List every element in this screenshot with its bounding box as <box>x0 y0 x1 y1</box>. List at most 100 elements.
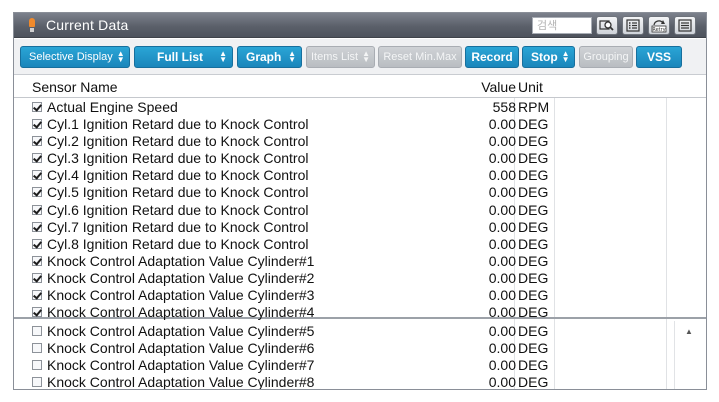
row-checkbox[interactable] <box>32 360 42 371</box>
sensor-name: Actual Engine Speed <box>47 99 178 115</box>
items-list-dropdown[interactable]: Items List ▲ ▼ <box>306 46 375 68</box>
sensor-unit: DEG <box>518 374 549 390</box>
table-row[interactable]: Cyl.3 Ignition Retard due to Knock Contr… <box>14 150 706 167</box>
sensor-value: 0.00 <box>488 218 516 235</box>
table-row[interactable]: Knock Control Adaptation Value Cylinder#… <box>14 287 706 304</box>
bulb-icon <box>28 18 36 33</box>
table-row[interactable]: Knock Control Adaptation Value Cylinder#… <box>14 323 706 340</box>
current-data-window: Current Data 검색 Retry Selective Display … <box>13 12 707 390</box>
updown-arrow-icon: ▲ ▼ <box>116 49 125 64</box>
sensor-value: 0.00 <box>488 252 516 269</box>
sensor-unit: DEG <box>518 269 549 286</box>
graph-dropdown[interactable]: Graph ▲ ▼ <box>237 46 302 68</box>
table-row[interactable]: Knock Control Adaptation Value Cylinder#… <box>14 340 706 357</box>
sensor-value: 0.00 <box>488 323 516 339</box>
sensor-value: 0.00 <box>488 304 516 321</box>
sensor-name: Cyl.2 Ignition Retard due to Knock Contr… <box>47 133 309 150</box>
row-checkbox[interactable] <box>32 136 42 147</box>
sensor-name: Knock Control Adaptation Value Cylinder#… <box>47 374 315 390</box>
sensor-unit: DEG <box>518 150 549 167</box>
row-checkbox[interactable] <box>32 170 42 181</box>
updown-arrow-icon: ▲ ▼ <box>561 49 570 64</box>
table-row[interactable]: Knock Control Adaptation Value Cylinder#… <box>14 304 706 321</box>
reset-min-max-button[interactable]: Reset Min.Max <box>378 46 462 68</box>
row-checkbox[interactable] <box>32 307 42 318</box>
table-row[interactable]: Cyl.4 Ignition Retard due to Knock Contr… <box>14 167 706 184</box>
row-checkbox[interactable] <box>32 204 42 215</box>
selective-display-dropdown[interactable]: Selective Display ▲ ▼ <box>20 46 130 68</box>
row-checkbox[interactable] <box>32 153 42 164</box>
row-checkbox[interactable] <box>32 238 42 249</box>
sensor-unit: DEG <box>518 116 549 133</box>
selected-rows-list: Actual Engine Speed 558 RPM Cyl.1 Ignition… <box>14 99 706 321</box>
row-checkbox[interactable] <box>32 221 42 232</box>
row-checkbox[interactable] <box>32 343 42 354</box>
updown-arrow-icon: ▲ ▼ <box>288 49 296 64</box>
table-row[interactable]: Cyl.7 Ignition Retard due to Knock Contr… <box>14 219 706 236</box>
sensor-value: 0.00 <box>488 340 516 357</box>
sensor-name: Knock Control Adaptation Value Cylinder#… <box>47 304 315 321</box>
row-checkbox[interactable] <box>32 187 42 198</box>
retry-icon[interactable]: Retry <box>648 16 670 35</box>
sensor-name: Cyl.5 Ignition Retard due to Knock Contr… <box>47 184 309 201</box>
stop-dropdown[interactable]: Stop ▲ ▼ <box>522 46 575 68</box>
sensor-unit: DEG <box>518 201 549 218</box>
sensor-unit: DEG <box>518 184 549 201</box>
table-row[interactable]: Cyl.5 Ignition Retard due to Knock Contr… <box>14 184 706 201</box>
search-zoom-icon[interactable] <box>596 16 618 35</box>
menu-icon[interactable] <box>674 16 696 35</box>
table-row[interactable]: Cyl.1 Ignition Retard due to Knock Contr… <box>14 116 706 133</box>
vertical-scrollbar[interactable]: ▲ <box>674 321 704 389</box>
table-row[interactable]: Actual Engine Speed 558 RPM <box>14 99 706 116</box>
sensor-unit: DEG <box>518 252 549 269</box>
table-row[interactable]: Cyl.2 Ignition Retard due to Knock Contr… <box>14 133 706 150</box>
header-sensor-name[interactable]: Sensor Name <box>32 79 118 95</box>
header-unit[interactable]: Unit <box>518 79 543 95</box>
row-checkbox[interactable] <box>32 326 42 336</box>
record-button[interactable]: Record <box>465 46 519 68</box>
sensor-name: Cyl.8 Ignition Retard due to Knock Contr… <box>47 235 309 252</box>
row-checkbox[interactable] <box>32 102 42 112</box>
row-checkbox[interactable] <box>32 272 42 283</box>
full-list-label: Full List <box>157 50 203 64</box>
scroll-up-icon[interactable]: ▲ <box>685 327 693 336</box>
sensor-value: 0.00 <box>488 116 516 133</box>
sensor-unit: RPM <box>518 99 550 115</box>
sensor-value: 0.00 <box>488 357 516 374</box>
sensor-name: Cyl.4 Ignition Retard due to Knock Contr… <box>47 167 309 184</box>
list-icon[interactable] <box>622 16 644 35</box>
sensor-value: 558 <box>492 99 516 115</box>
header-value[interactable]: Value <box>476 79 516 95</box>
sensor-name: Knock Control Adaptation Value Cylinder#… <box>47 269 315 286</box>
selective-display-label: Selective Display <box>29 51 113 63</box>
sensor-unit: DEG <box>518 323 549 339</box>
sensor-name: Cyl.7 Ignition Retard due to Knock Contr… <box>47 218 309 235</box>
retry-label: Retry <box>652 27 665 33</box>
table-row[interactable]: Knock Control Adaptation Value Cylinder#… <box>14 253 706 270</box>
title-bar: Current Data 검색 Retry <box>14 13 706 38</box>
grouping-button[interactable]: Grouping <box>579 46 633 68</box>
sensor-unit: DEG <box>518 357 549 374</box>
row-checkbox[interactable] <box>32 377 42 388</box>
items-list-label: Items List <box>311 51 359 63</box>
sensor-unit: DEG <box>518 218 549 235</box>
table-row[interactable]: Knock Control Adaptation Value Cylinder#… <box>14 270 706 287</box>
table-row[interactable]: Knock Control Adaptation Value Cylinder#… <box>14 357 706 374</box>
vss-button[interactable]: VSS <box>636 46 682 68</box>
sensor-name: Cyl.6 Ignition Retard due to Knock Contr… <box>47 201 309 218</box>
row-checkbox[interactable] <box>32 290 42 301</box>
table-row[interactable]: Knock Control Adaptation Value Cylinder#… <box>14 374 706 390</box>
sensor-unit: DEG <box>518 167 549 184</box>
sensor-value: 0.00 <box>488 374 516 390</box>
row-checkbox[interactable] <box>32 255 42 266</box>
table-row[interactable]: Cyl.6 Ignition Retard due to Knock Contr… <box>14 202 706 219</box>
table-row[interactable]: Cyl.8 Ignition Retard due to Knock Contr… <box>14 236 706 253</box>
sensor-unit: DEG <box>518 304 549 321</box>
sensor-name: Cyl.1 Ignition Retard due to Knock Contr… <box>47 116 309 133</box>
updown-arrow-icon: ▲ ▼ <box>219 49 227 64</box>
graph-label: Graph <box>246 50 282 64</box>
sensor-name: Knock Control Adaptation Value Cylinder#… <box>47 340 315 357</box>
search-input[interactable] <box>532 17 592 34</box>
full-list-dropdown[interactable]: Full List ▲ ▼ <box>134 46 233 68</box>
row-checkbox[interactable] <box>32 119 42 130</box>
